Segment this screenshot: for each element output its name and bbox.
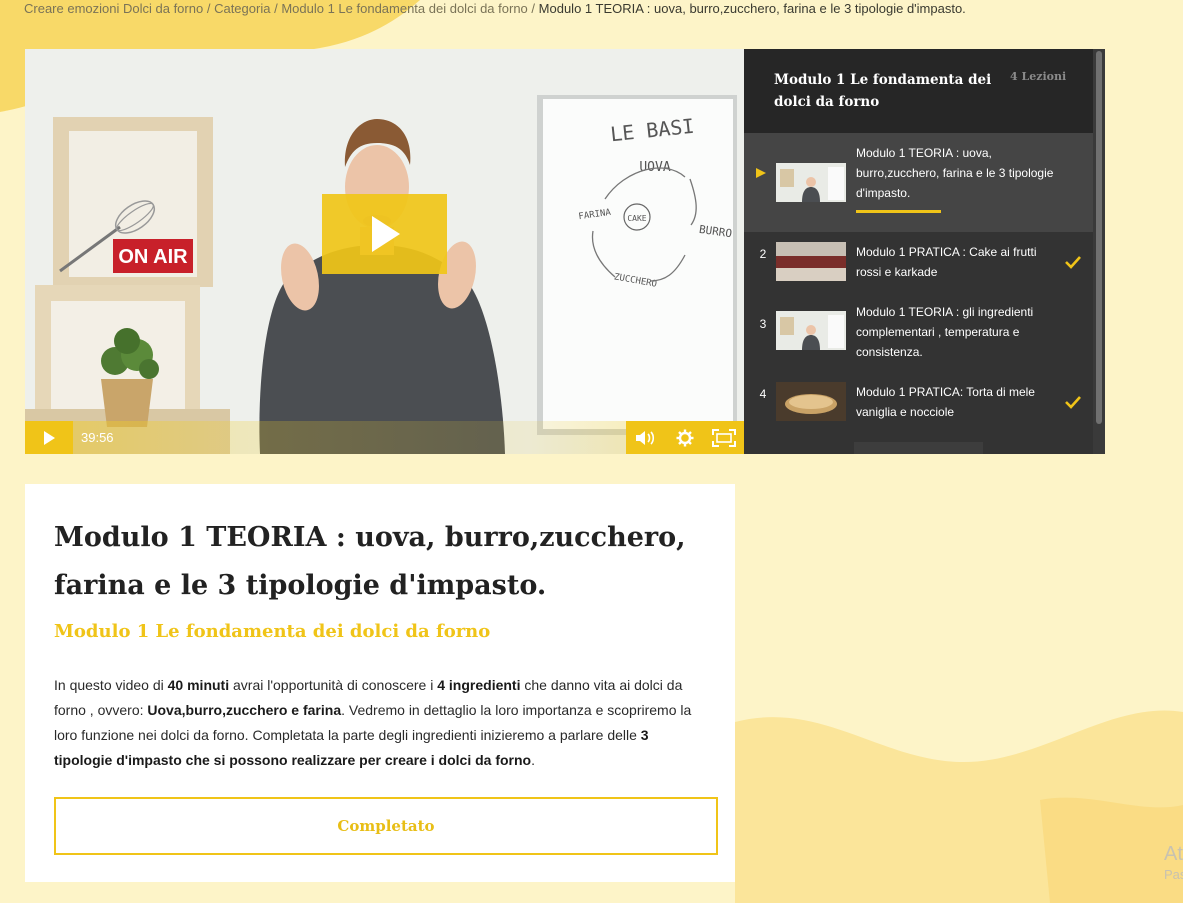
breadcrumb-separator: / (531, 1, 536, 16)
completed-check-icon (1065, 396, 1081, 409)
bottom-right-wave-accent (1040, 797, 1183, 903)
svg-text:CAKE: CAKE (627, 214, 646, 223)
now-playing-icon (756, 168, 766, 178)
breadcrumb: Creare emozioni Dolci da forno / Categor… (24, 0, 966, 18)
playlist-scrollbar[interactable] (1093, 49, 1105, 454)
lesson-thumbnail (776, 311, 846, 350)
playlist-partial-element (854, 442, 983, 454)
breadcrumb-link-category[interactable]: Categoria (214, 1, 270, 16)
lesson-thumbnail (776, 242, 846, 281)
play-icon (44, 430, 55, 445)
lesson-description: In questo video di 40 minuti avrai l'opp… (54, 677, 692, 768)
page-title: Modulo 1 TEORIA : uova, burro,zucchero, … (54, 522, 686, 601)
playlist-title: Modulo 1 Le fondamenta dei dolci da forn… (774, 72, 992, 110)
player-controls: 39:56 (25, 421, 744, 454)
volume-icon (635, 430, 654, 445)
lesson-index: 4 (759, 387, 767, 401)
lesson-title: Modulo 1 PRATICA: Torta di mele vaniglia… (856, 385, 1035, 419)
lesson-thumbnail (776, 382, 846, 421)
watch-progress-bar (856, 210, 941, 213)
fullscreen-button[interactable] (711, 425, 737, 451)
lesson-title: Modulo 1 TEORIA : uova, burro,zucchero, … (856, 146, 1054, 200)
lesson-title: Modulo 1 TEORIA : gli ingredienti comple… (856, 305, 1034, 359)
video-player[interactable]: ON AIR LE BASI UOVA BURRO ZUCCHERO FARIN… (25, 49, 744, 454)
module-subtitle: Modulo 1 Le fondamenta dei dolci da forn… (54, 621, 491, 642)
playlist-item-4[interactable]: 4 Modulo 1 PRATICA: Torta di mele vanigl… (744, 379, 1093, 425)
watermark-line-1: At (1164, 843, 1183, 865)
svg-text:UOVA: UOVA (639, 160, 670, 175)
fullscreen-icon (712, 428, 737, 447)
scrollbar-thumb[interactable] (1096, 51, 1102, 424)
big-play-button[interactable] (322, 194, 447, 274)
completed-check-icon (1065, 256, 1081, 269)
player-right-controls (626, 421, 744, 454)
breadcrumb-link-course[interactable]: Creare emozioni Dolci da forno (24, 1, 203, 16)
lesson-thumbnail (776, 163, 846, 202)
watermark-line-2: Pas (1164, 867, 1183, 882)
playlist-item-3[interactable]: 3 Modulo 1 TEORIA : gli ingredienti comp… (744, 299, 1093, 365)
playlist-item-1[interactable]: Modulo 1 TEORIA : uova, burro,zucchero, … (744, 133, 1093, 232)
completed-button[interactable]: Completato (54, 797, 718, 855)
lesson-count: 4 Lezioni (1010, 70, 1067, 83)
activation-watermark: At Pas (1164, 842, 1183, 884)
lesson-card: Modulo 1 TEORIA : uova, burro,zucchero, … (25, 484, 735, 882)
flipchart-board (543, 99, 733, 429)
current-time: 39:56 (81, 430, 114, 445)
lesson-title: Modulo 1 PRATICA : Cake ai frutti rossi … (856, 245, 1037, 279)
gear-icon (676, 429, 694, 446)
lesson-index: 2 (759, 247, 767, 261)
playlist-item-2[interactable]: 2 Modulo 1 PRATICA : Cake ai frutti ross… (744, 239, 1093, 285)
breadcrumb-current: Modulo 1 TEORIA : uova, burro,zucchero, … (538, 1, 966, 16)
breadcrumb-link-module[interactable]: Modulo 1 Le fondamenta dei dolci da forn… (281, 1, 527, 16)
breadcrumb-separator: / (206, 1, 211, 16)
volume-button[interactable] (633, 425, 659, 451)
plant-pot (101, 379, 153, 427)
settings-button[interactable] (672, 425, 698, 451)
on-air-text: ON AIR (118, 246, 188, 268)
breadcrumb-separator: / (274, 1, 278, 16)
lesson-playlist: Modulo 1 Le fondamenta dei dolci da forn… (744, 49, 1105, 454)
playlist-header: Modulo 1 Le fondamenta dei dolci da forn… (744, 49, 1093, 133)
play-button[interactable] (25, 421, 73, 454)
play-icon (371, 216, 400, 252)
lesson-index: 3 (759, 317, 767, 331)
